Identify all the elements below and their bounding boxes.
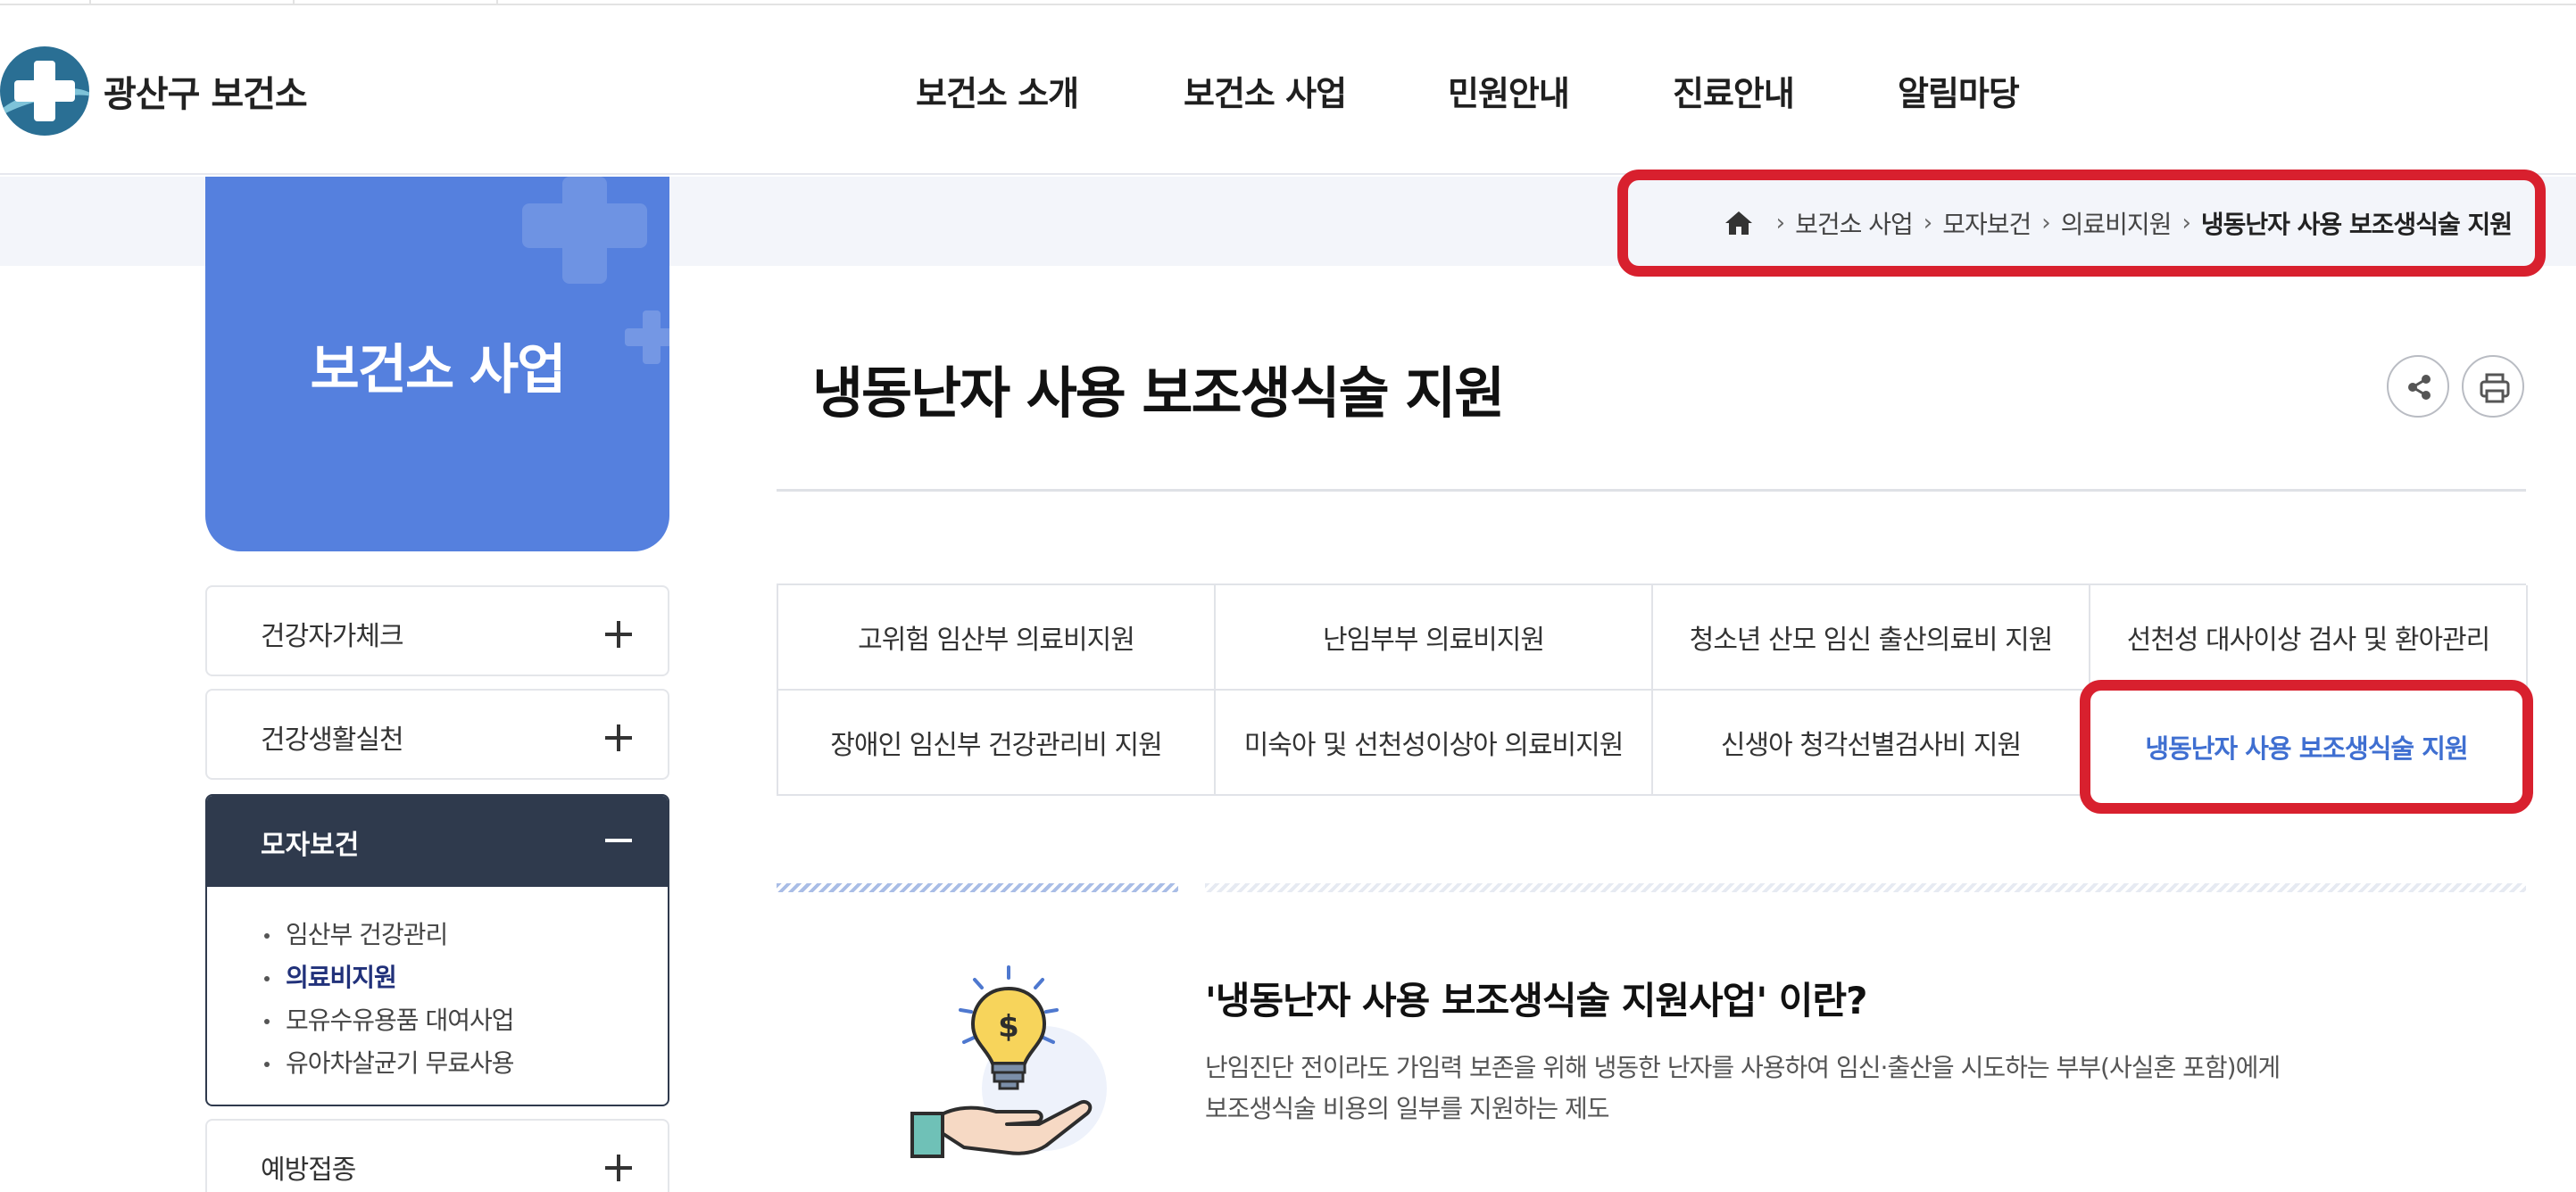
tab-premature-infant[interactable]: 미숙아 및 선천성이상아 의료비지원 <box>1216 691 1653 796</box>
side-menu-vaccination[interactable]: 예방접종 <box>205 1119 669 1192</box>
breadcrumb-item[interactable]: 보건소 사업 <box>1795 205 1914 241</box>
svg-text:$: $ <box>998 1009 1019 1045</box>
lightbulb-dollar-icon: $ <box>910 965 1107 1158</box>
nav-item-clinic[interactable]: 진료안내 <box>1673 66 1795 115</box>
cross-decoration-icon <box>522 177 647 284</box>
breadcrumb-item[interactable]: 의료비지원 <box>2061 205 2173 241</box>
intro-description: 난임진단 전이라도 가임력 보존을 위해 냉동한 난자를 사용하여 임신·출산을… <box>1205 1047 2455 1130</box>
section-divider-accent <box>777 883 1178 892</box>
side-title-text: 보건소 사업 <box>310 339 567 401</box>
chevron-right-icon: › <box>1775 210 1785 236</box>
breadcrumb-current: 냉동난자 사용 보조생식술 지원 <box>2200 210 2513 239</box>
nav-item-business[interactable]: 보건소 사업 <box>1184 66 1347 115</box>
breadcrumb-item[interactable]: 모자보건 <box>1942 205 2032 241</box>
side-menu-healthy-life[interactable]: 건강생활실천 <box>205 689 669 780</box>
tab-teen-mother[interactable]: 청소년 산모 임신 출산의료비 지원 <box>1653 585 2090 691</box>
plus-icon <box>605 621 632 648</box>
side-submenu: 임산부 건강관리 의료비지원 모유수유용품 대여사업 유아차살균기 무료사용 <box>262 914 515 1085</box>
title-divider <box>777 489 2526 492</box>
plus-icon <box>605 724 632 751</box>
tab-high-risk-pregnancy[interactable]: 고위험 임산부 의료비지원 <box>778 585 1216 691</box>
sub-tab-grid: 고위험 임산부 의료비지원 난임부부 의료비지원 청소년 산모 임신 출산의료비… <box>777 584 2533 814</box>
nav-item-intro[interactable]: 보건소 소개 <box>916 66 1079 115</box>
side-menu-label: 건강자가체크 <box>261 621 404 652</box>
intro-description-line: 보조생식술 비용의 일부를 지원하는 제도 <box>1205 1094 1610 1123</box>
nav-item-notice[interactable]: 알림마당 <box>1898 66 2020 115</box>
chevron-right-icon: › <box>2181 210 2190 236</box>
tab-disabled-pregnancy[interactable]: 장애인 임신부 건강관리비 지원 <box>778 691 1216 796</box>
share-icon <box>2408 375 2431 400</box>
tab-metabolic-screening[interactable]: 선천성 대사이상 검사 및 환아관리 <box>2090 585 2528 691</box>
side-menu-maternal-health: 모자보건 임산부 건강관리 의료비지원 모유수유용품 대여사업 유아차살균기 무… <box>205 794 669 1106</box>
side-submenu-item[interactable]: 유아차살균기 무료사용 <box>262 1042 515 1085</box>
breadcrumb: › 보건소 사업 › 모자보건 › 의료비지원 › 냉동난자 사용 보조생식술 … <box>1617 170 2546 277</box>
main-navigation: 보건소 소개 보건소 사업 민원안내 진료안내 알림마당 <box>0 66 2576 120</box>
side-menu-maternal-header[interactable]: 모자보건 <box>207 796 668 887</box>
tab-newborn-hearing[interactable]: 신생아 청각선별검사비 지원 <box>1653 691 2090 796</box>
side-menu-label: 건강생활실천 <box>261 724 404 756</box>
minus-icon <box>605 839 632 842</box>
chevron-right-icon: › <box>1923 210 1932 236</box>
tab-frozen-egg-active[interactable]: 냉동난자 사용 보조생식술 지원 <box>2080 680 2533 814</box>
side-submenu-item[interactable]: 모유수유용품 대여사업 <box>262 999 515 1042</box>
site-header: 광산구 보건소 보건소 소개 보건소 사업 민원안내 진료안내 알림마당 <box>0 5 2576 175</box>
home-icon[interactable] <box>1724 210 1753 236</box>
chevron-right-icon: › <box>2041 210 2050 236</box>
section-divider <box>1205 883 2526 892</box>
side-menu-health-check[interactable]: 건강자가체크 <box>205 585 669 676</box>
print-button[interactable] <box>2462 355 2524 418</box>
side-submenu-item[interactable]: 임산부 건강관리 <box>262 914 514 956</box>
side-menu-label: 예방접종 <box>261 1155 356 1186</box>
intro-description-line: 난임진단 전이라도 가임력 보존을 위해 냉동한 난자를 사용하여 임신·출산을… <box>1205 1053 2281 1082</box>
plus-icon <box>605 1155 632 1181</box>
print-icon <box>2480 373 2510 403</box>
side-submenu-item-active[interactable]: 의료비지원 <box>262 956 514 999</box>
intro-title: '냉동난자 사용 보조생식술 지원사업' 이란? <box>1205 979 1867 1022</box>
side-menu-label: 모자보건 <box>261 830 360 861</box>
tab-infertility[interactable]: 난임부부 의료비지원 <box>1216 585 1653 691</box>
page-title: 냉동난자 사용 보조생식술 지원 <box>812 360 1505 426</box>
side-section-title: 보건소 사업 <box>205 177 669 551</box>
share-button[interactable] <box>2387 355 2449 418</box>
nav-item-civil[interactable]: 민원안내 <box>1448 66 1570 115</box>
